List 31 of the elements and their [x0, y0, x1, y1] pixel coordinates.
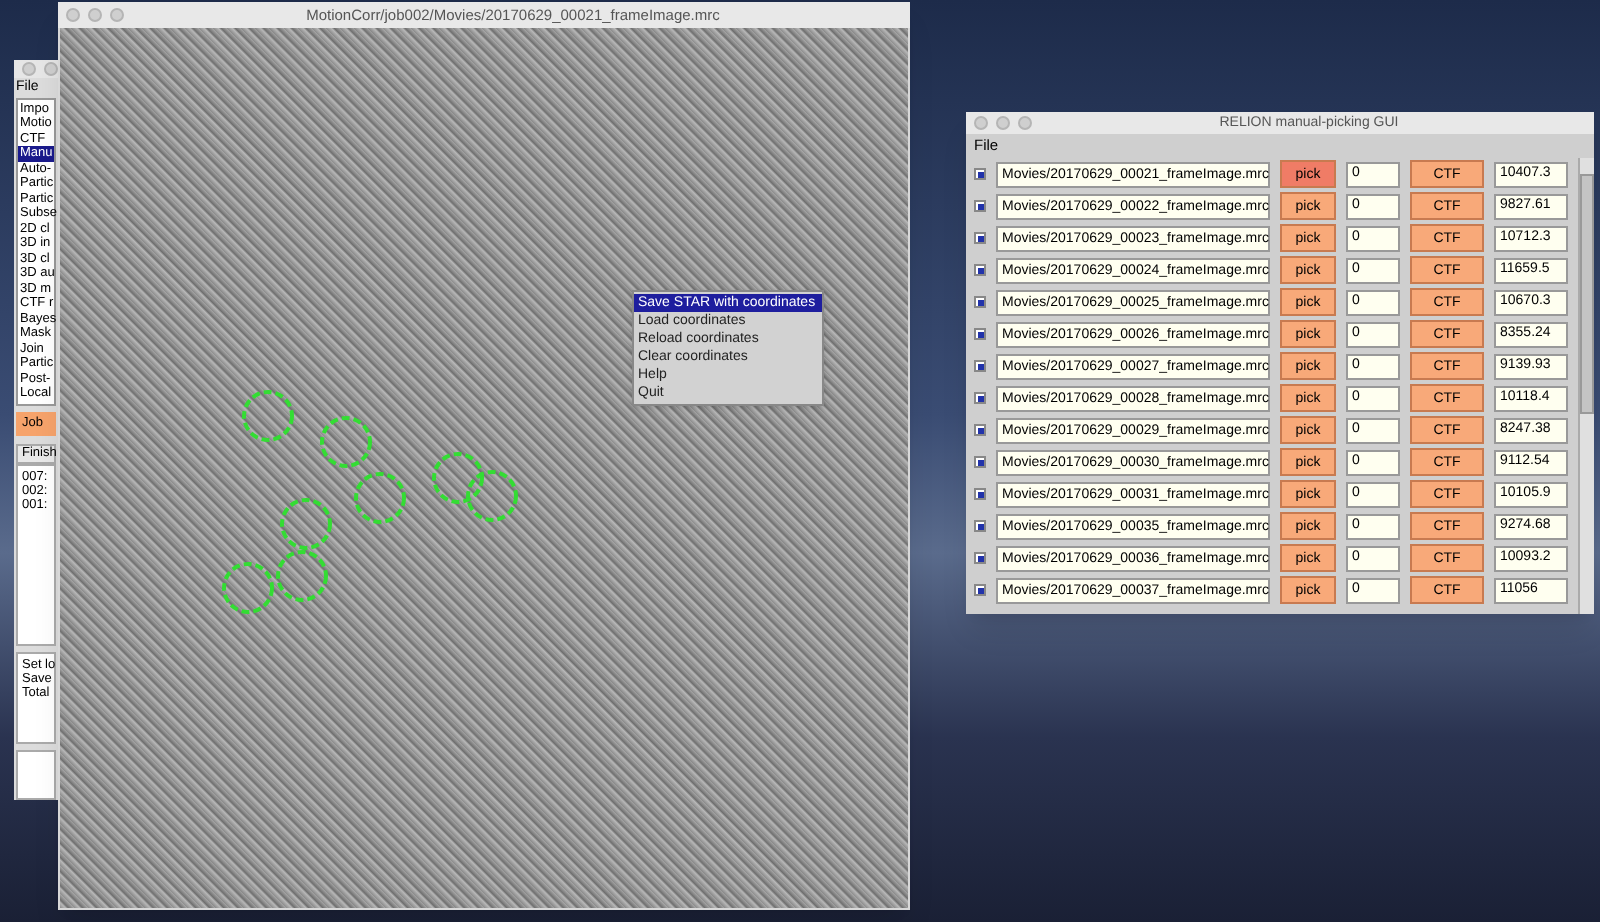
scroll-thumb[interactable] [1580, 174, 1594, 414]
checkbox[interactable] [974, 200, 986, 212]
check-icon [977, 267, 983, 273]
check-icon [977, 427, 983, 433]
checkbox[interactable] [974, 520, 986, 532]
check-icon [977, 331, 983, 337]
check-icon [977, 171, 983, 177]
checkbox[interactable] [974, 552, 986, 564]
checkbox[interactable] [974, 424, 986, 436]
check-icon [977, 235, 983, 241]
checkbox[interactable] [974, 328, 986, 340]
checkbox[interactable] [974, 456, 986, 468]
check-icon [977, 491, 983, 497]
checkbox[interactable] [974, 584, 986, 596]
check-icon [977, 395, 983, 401]
checkbox[interactable] [974, 296, 986, 308]
checkbox[interactable] [974, 488, 986, 500]
check-icon [977, 459, 983, 465]
checkbox[interactable] [974, 168, 986, 180]
checkbox[interactable] [974, 360, 986, 372]
error-panel [16, 750, 56, 800]
scrollbar[interactable] [1578, 158, 1594, 614]
checkbox[interactable] [974, 264, 986, 276]
check-icon [977, 299, 983, 305]
checkbox[interactable] [974, 232, 986, 244]
check-icon [977, 203, 983, 209]
check-icon [977, 363, 983, 369]
check-icon [977, 555, 983, 561]
check-icon [977, 587, 983, 593]
check-icon [977, 523, 983, 529]
checkbox[interactable] [974, 392, 986, 404]
